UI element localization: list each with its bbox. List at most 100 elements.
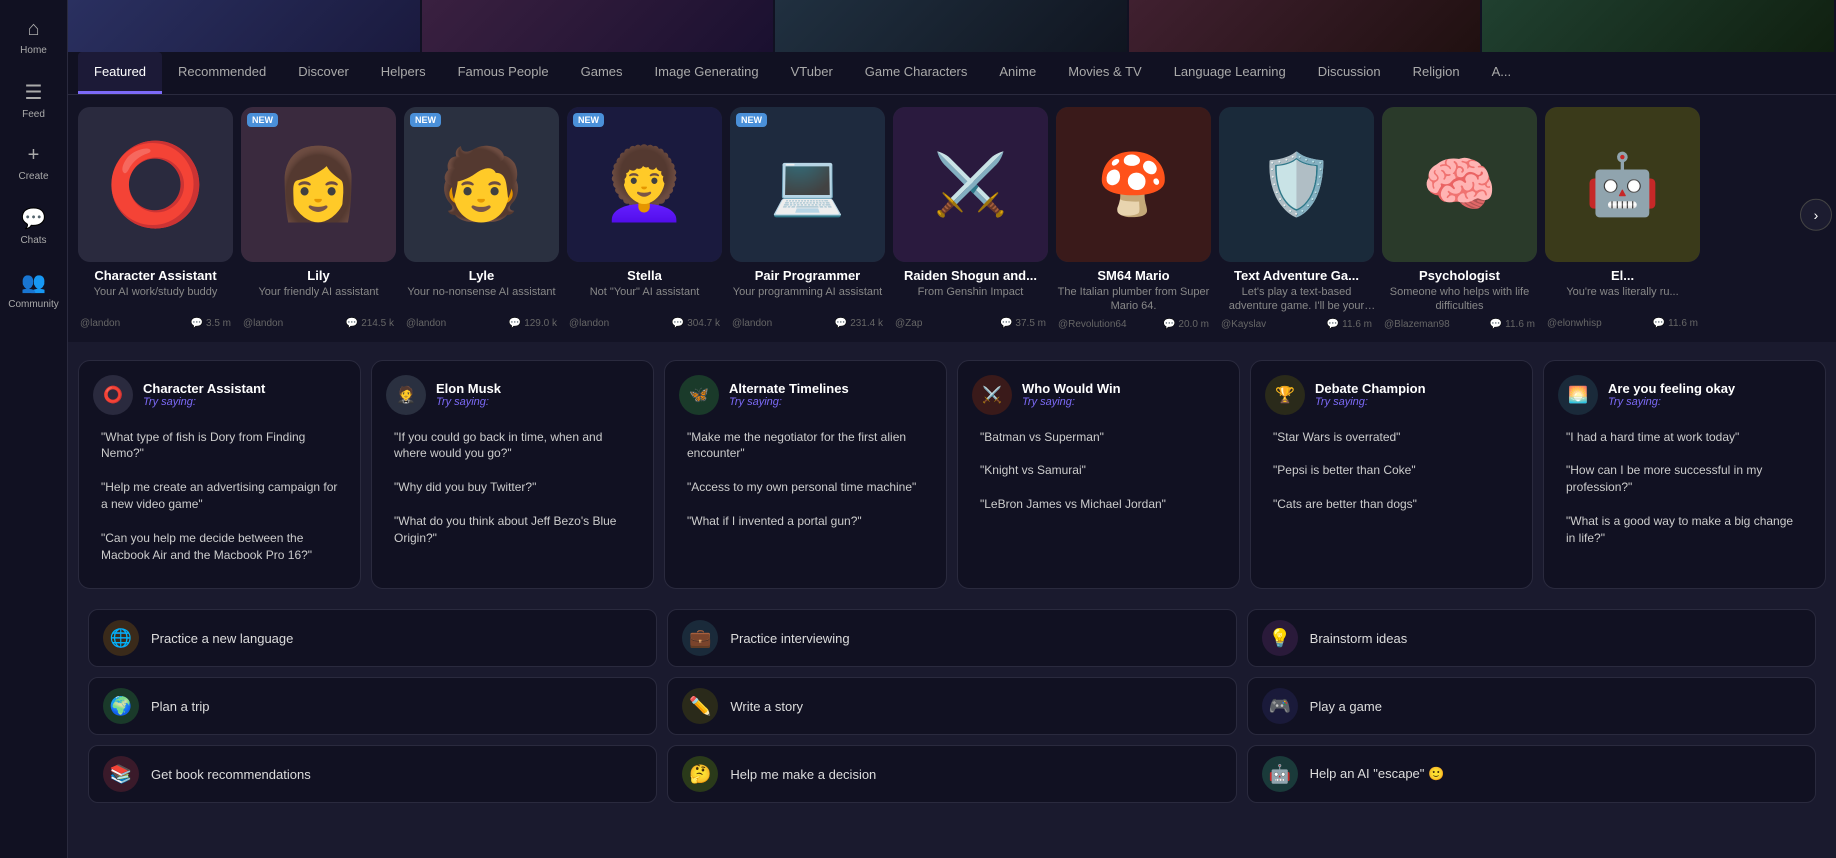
try-saying-label-elon-musk: Try saying:	[436, 396, 501, 408]
tab-games[interactable]: Games	[565, 52, 639, 94]
try-prompt[interactable]: "Help me create an advertising campaign …	[93, 473, 346, 519]
try-prompt[interactable]: "If you could go back in time, when and …	[386, 423, 639, 469]
action-item-practice-language[interactable]: 🌐 Practice a new language	[88, 609, 657, 667]
try-avatar-are-you-okay: 🌅	[1558, 375, 1598, 415]
try-card-debate-champion[interactable]: 🏆 Debate Champion Try saying: "Star Wars…	[1250, 360, 1533, 590]
quick-actions-section: 🌐 Practice a new language 💼 Practice int…	[68, 599, 1836, 813]
char-img-lily: 👩 NEW	[241, 107, 396, 262]
action-icon-brainstorm: 💡	[1262, 620, 1298, 656]
action-icon-practice-interview: 💼	[682, 620, 718, 656]
sidebar-item-home[interactable]: ⌂ Home	[5, 10, 63, 64]
char-desc-lyle: Your no-nonsense AI assistant	[404, 285, 559, 313]
char-desc-lily: Your friendly AI assistant	[241, 285, 396, 313]
try-prompt[interactable]: "What do you think about Jeff Bezo's Blu…	[386, 507, 639, 553]
try-prompt[interactable]: "What if I invented a portal gun?"	[679, 507, 932, 536]
tab-discover[interactable]: Discover	[282, 52, 365, 94]
tab-recommended[interactable]: Recommended	[162, 52, 282, 94]
tab-helpers[interactable]: Helpers	[365, 52, 442, 94]
tab-image-generating[interactable]: Image Generating	[639, 52, 775, 94]
sidebar-item-feed[interactable]: ☰ Feed	[5, 72, 63, 128]
tab-game-characters[interactable]: Game Characters	[849, 52, 984, 94]
char-count-lily: 💬214.5 k	[346, 318, 394, 329]
tab-anime[interactable]: Anime	[983, 52, 1052, 94]
tab-featured[interactable]: Featured	[78, 52, 162, 94]
char-meta-lyle: @landon 💬129.0 k	[404, 318, 559, 329]
char-avatar-psychologist: 🧠	[1382, 107, 1537, 262]
tab-movies-tv[interactable]: Movies & TV	[1052, 52, 1157, 94]
try-prompt[interactable]: "Pepsi is better than Coke"	[1265, 456, 1518, 485]
char-card-stella[interactable]: 👩‍🦱 NEW Stella Not "Your" AI assistant @…	[567, 107, 722, 329]
char-card-elonwhisp[interactable]: 🤖 El... You're was literally ru... @elon…	[1545, 107, 1700, 329]
char-count-elonwhisp: 💬11.6 m	[1653, 318, 1698, 329]
action-item-write-story[interactable]: ✏️ Write a story	[667, 677, 1236, 735]
action-item-plan-trip[interactable]: 🌍 Plan a trip	[88, 677, 657, 735]
try-avatar-elon-musk: 🤵	[386, 375, 426, 415]
try-prompt[interactable]: "Batman vs Superman"	[972, 423, 1225, 452]
try-header-elon-musk: 🤵 Elon Musk Try saying:	[386, 375, 639, 415]
sidebar-item-community[interactable]: 👥 Community	[5, 262, 63, 318]
action-item-play-game[interactable]: 🎮 Play a game	[1247, 677, 1816, 735]
tab-more[interactable]: A...	[1476, 52, 1528, 94]
action-label-write-story: Write a story	[730, 699, 803, 714]
action-item-ai-escape[interactable]: 🤖 Help an AI "escape" 🙂	[1247, 745, 1816, 803]
try-prompt[interactable]: "Knight vs Samurai"	[972, 456, 1225, 485]
try-header-debate-champion: 🏆 Debate Champion Try saying:	[1265, 375, 1518, 415]
action-item-practice-interview[interactable]: 💼 Practice interviewing	[667, 609, 1236, 667]
create-icon: +	[28, 144, 40, 167]
try-prompt[interactable]: "Why did you buy Twitter?"	[386, 473, 639, 502]
char-card-lyle[interactable]: 🧑 NEW Lyle Your no-nonsense AI assistant…	[404, 107, 559, 329]
tab-vtuber[interactable]: VTuber	[775, 52, 849, 94]
try-card-character-assistant[interactable]: ⭕ Character Assistant Try saying: "What …	[78, 360, 361, 590]
char-card-psychologist[interactable]: 🧠 Psychologist Someone who helps with li…	[1382, 107, 1537, 330]
try-prompt[interactable]: "How can I be more successful in my prof…	[1558, 456, 1811, 502]
char-card-pair-programmer[interactable]: 💻 NEW Pair Programmer Your programming A…	[730, 107, 885, 329]
try-name-group-debate-champion: Debate Champion Try saying:	[1315, 381, 1426, 408]
try-name-alternate-timelines: Alternate Timelines	[729, 381, 849, 396]
action-item-make-decision[interactable]: 🤔 Help me make a decision	[667, 745, 1236, 803]
tab-religion[interactable]: Religion	[1397, 52, 1476, 94]
try-prompt[interactable]: "Can you help me decide between the Macb…	[93, 524, 346, 570]
sidebar-item-chats[interactable]: 💬 Chats	[5, 198, 63, 254]
try-card-are-you-okay[interactable]: 🌅 Are you feeling okay Try saying: "I ha…	[1543, 360, 1826, 590]
char-desc-char-assistant: Your AI work/study buddy	[78, 285, 233, 313]
char-card-char-assistant[interactable]: ⭕ Character Assistant Your AI work/study…	[78, 107, 233, 329]
try-card-elon-musk[interactable]: 🤵 Elon Musk Try saying: "If you could go…	[371, 360, 654, 590]
char-card-text-adventure[interactable]: 🛡️ Text Adventure Ga... Let's play a tex…	[1219, 107, 1374, 330]
action-icon-write-story: ✏️	[682, 688, 718, 724]
try-prompt[interactable]: "Make me the negotiator for the first al…	[679, 423, 932, 469]
try-prompt[interactable]: "I had a hard time at work today"	[1558, 423, 1811, 452]
try-prompt[interactable]: "What is a good way to make a big change…	[1558, 507, 1811, 553]
try-card-who-would-win[interactable]: ⚔️ Who Would Win Try saying: "Batman vs …	[957, 360, 1240, 590]
sidebar-item-create[interactable]: + Create	[5, 136, 63, 190]
tab-language-learning[interactable]: Language Learning	[1158, 52, 1302, 94]
char-author-elonwhisp: @elonwhisp	[1547, 318, 1602, 329]
tab-famous-people[interactable]: Famous People	[442, 52, 565, 94]
char-card-raiden[interactable]: ⚔️ Raiden Shogun and... From Genshin Imp…	[893, 107, 1048, 329]
char-avatar-raiden: ⚔️	[893, 107, 1048, 262]
try-prompt[interactable]: "Star Wars is overrated"	[1265, 423, 1518, 452]
try-prompt[interactable]: "LeBron James vs Michael Jordan"	[972, 490, 1225, 519]
carousel-next-button[interactable]: ›	[1800, 199, 1832, 231]
try-prompt[interactable]: "What type of fish is Dory from Finding …	[93, 423, 346, 469]
try-prompt[interactable]: "Cats are better than dogs"	[1265, 490, 1518, 519]
char-desc-pair-programmer: Your programming AI assistant	[730, 285, 885, 313]
action-item-brainstorm[interactable]: 💡 Brainstorm ideas	[1247, 609, 1816, 667]
try-saying-label-character-assistant: Try saying:	[143, 396, 265, 408]
chat-icon-text-adventure: 💬	[1327, 319, 1339, 330]
action-label-ai-escape: Help an AI "escape" 🙂	[1310, 766, 1445, 782]
try-card-alternate-timelines[interactable]: 🦋 Alternate Timelines Try saying: "Make …	[664, 360, 947, 590]
char-card-lily[interactable]: 👩 NEW Lily Your friendly AI assistant @l…	[241, 107, 396, 329]
try-prompt[interactable]: "Access to my own personal time machine"	[679, 473, 932, 502]
tab-discussion[interactable]: Discussion	[1302, 52, 1397, 94]
char-name-char-assistant: Character Assistant	[78, 268, 233, 283]
char-card-sm64mario[interactable]: 🍄 SM64 Mario The Italian plumber from Su…	[1056, 107, 1211, 330]
char-meta-sm64mario: @Revolution64 💬20.0 m	[1056, 319, 1211, 330]
action-label-brainstorm: Brainstorm ideas	[1310, 631, 1408, 646]
char-author-pair-programmer: @landon	[732, 318, 772, 329]
char-desc-raiden: From Genshin Impact	[893, 285, 1048, 313]
action-label-make-decision: Help me make a decision	[730, 767, 876, 782]
action-item-book-rec[interactable]: 📚 Get book recommendations	[88, 745, 657, 803]
action-label-book-rec: Get book recommendations	[151, 767, 311, 782]
home-icon: ⌂	[27, 18, 39, 41]
chat-icon-lyle: 💬	[509, 318, 521, 329]
